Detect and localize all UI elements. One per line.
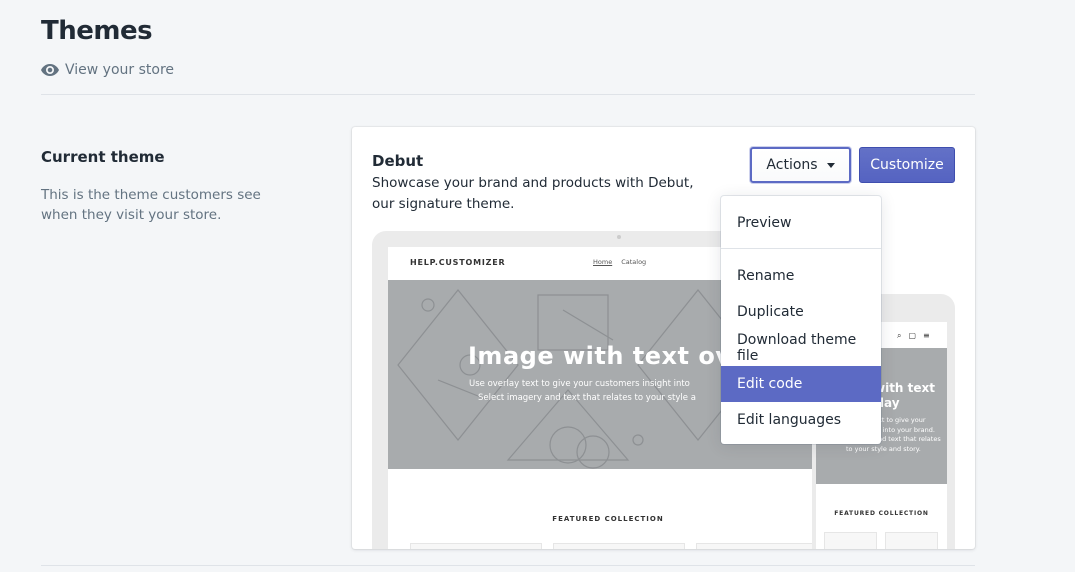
preview-featured-heading: FEATURED COLLECTION xyxy=(552,515,664,523)
caret-down-icon xyxy=(826,162,835,168)
mobile-product-card xyxy=(824,532,877,549)
mobile-hero-title-line-1: with text xyxy=(874,381,936,395)
menu-item-preview[interactable]: Preview xyxy=(721,205,881,241)
actions-button-label: Actions xyxy=(766,157,818,173)
preview-site-logo: HELP.CUSTOMIZER xyxy=(410,258,506,267)
menu-item-edit-languages[interactable]: Edit languages xyxy=(721,402,881,438)
menu-divider xyxy=(721,248,881,249)
mobile-featured-heading: FEATURED COLLECTION xyxy=(834,510,929,517)
menu-item-duplicate[interactable]: Duplicate xyxy=(721,294,881,330)
preview-site-nav: Home Catalog xyxy=(593,258,646,266)
menu-item-label: Duplicate xyxy=(737,304,804,320)
preview-nav-home: Home xyxy=(593,258,613,266)
theme-description: Showcase your brand and products with De… xyxy=(372,175,694,212)
preview-product-card xyxy=(696,543,828,549)
preview-product-card xyxy=(410,543,542,549)
menu-item-label: Rename xyxy=(737,268,795,284)
menu-item-edit-code[interactable]: Edit code xyxy=(721,366,881,402)
menu-item-download-theme-file[interactable]: Download theme file xyxy=(721,330,881,366)
page-title: Themes xyxy=(41,16,153,46)
menu-item-label: Edit languages xyxy=(737,412,842,428)
customize-button-label: Customize xyxy=(870,157,944,173)
mobile-hero-title-line-2: rlay xyxy=(874,396,900,410)
header-divider xyxy=(41,94,975,95)
preview-hero-title: Image with text ove xyxy=(468,342,749,370)
mobile-hero-title: with text rlay xyxy=(874,381,935,411)
view-store-link[interactable]: View your store xyxy=(41,62,174,78)
preview-hero-subtitle-2: Select imagery and text that relates to … xyxy=(478,393,696,403)
menu-item-label: Download theme file xyxy=(737,332,857,364)
menu-icon: ≡ xyxy=(923,331,930,340)
mobile-hero-sub-line-4: to your style and story. xyxy=(846,444,921,453)
theme-card: Debut Showcase your brand and products w… xyxy=(352,127,975,549)
preview-nav-catalog: Catalog xyxy=(621,258,647,266)
customize-button[interactable]: Customize xyxy=(859,147,955,183)
section-divider xyxy=(41,565,975,566)
search-icon: ⌕ xyxy=(897,331,902,340)
menu-item-label: Preview xyxy=(737,215,792,231)
preview-product-card xyxy=(553,543,685,549)
section-description: This is the theme customers see when the… xyxy=(41,187,261,223)
laptop-camera xyxy=(617,235,621,239)
eye-icon xyxy=(41,64,59,76)
menu-item-rename[interactable]: Rename xyxy=(721,258,881,294)
mobile-product-card xyxy=(885,532,938,549)
theme-name: Debut xyxy=(372,152,424,170)
view-store-label: View your store xyxy=(65,62,175,78)
actions-dropdown-menu: Preview Rename Duplicate Download theme … xyxy=(721,196,881,444)
preview-hero-subtitle-1: Use overlay text to give your customers … xyxy=(469,379,690,389)
mobile-preview-icons: ⌕ ▢ ≡ xyxy=(897,331,930,341)
actions-button[interactable]: Actions xyxy=(750,147,851,183)
menu-item-label: Edit code xyxy=(737,376,803,392)
section-title: Current theme xyxy=(41,148,165,166)
cart-icon: ▢ xyxy=(908,331,917,340)
